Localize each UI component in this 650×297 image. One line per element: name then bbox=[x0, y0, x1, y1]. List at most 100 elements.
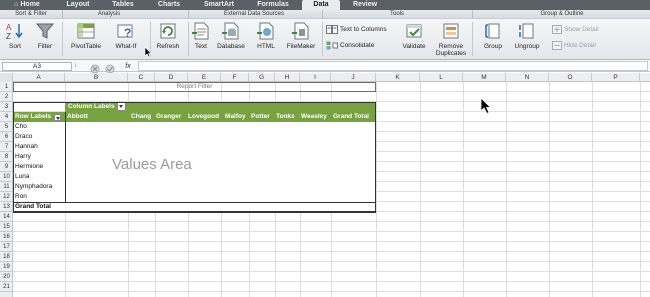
ungroup-label: Ungroup bbox=[514, 43, 540, 50]
name-box[interactable]: A3 bbox=[2, 62, 72, 71]
ribbon-group-titles: Sort & Filter Analysis External Data Sou… bbox=[0, 10, 650, 19]
hide-detail-button[interactable]: Hide Detail bbox=[552, 40, 596, 51]
column-header-a[interactable]: A bbox=[13, 73, 65, 82]
column-header-p[interactable]: P bbox=[592, 73, 640, 82]
column-labels-dropdown-icon[interactable] bbox=[116, 102, 126, 111]
filemaker-label: FileMaker bbox=[286, 43, 316, 50]
row-labels-label: Row Labels bbox=[15, 113, 52, 120]
show-detail-label: Show Detail bbox=[564, 26, 599, 33]
values-area[interactable]: Values Area bbox=[65, 122, 376, 202]
svg-text:A: A bbox=[6, 23, 12, 32]
pivottable-button[interactable]: PivotTable bbox=[66, 19, 106, 59]
row-item[interactable]: Cho bbox=[15, 122, 27, 132]
report-filter-area[interactable]: Report Filter bbox=[13, 82, 376, 92]
refresh-button[interactable]: Refresh bbox=[152, 19, 184, 59]
row-header[interactable]: 8 bbox=[0, 152, 13, 162]
row-header[interactable]: 13 bbox=[0, 202, 13, 212]
tab-charts[interactable]: Charts bbox=[150, 0, 188, 10]
home-icon: ⌂ bbox=[14, 1, 19, 8]
function-fx-icon[interactable]: fx bbox=[122, 62, 134, 71]
column-header-o[interactable]: O bbox=[549, 73, 592, 82]
column-header-g[interactable]: G bbox=[249, 73, 275, 82]
validate-button[interactable]: Validate bbox=[398, 19, 430, 59]
text-to-columns-icon bbox=[326, 24, 338, 34]
import-text-button[interactable]: Text bbox=[190, 19, 212, 59]
whatif-button[interactable]: ? What-If bbox=[108, 19, 144, 59]
row-header[interactable]: 5 bbox=[0, 122, 13, 132]
column-header-k[interactable]: K bbox=[376, 73, 420, 82]
column-header-f[interactable]: F bbox=[221, 73, 249, 82]
row-header[interactable]: 14 bbox=[0, 212, 13, 222]
row-item[interactable]: Hermione bbox=[15, 162, 43, 172]
group-title-group-outline: Group & Outline bbox=[540, 11, 584, 17]
row-item[interactable]: Harry bbox=[15, 152, 31, 162]
formula-input[interactable] bbox=[138, 61, 648, 71]
ungroup-button[interactable]: Ungroup bbox=[510, 19, 544, 59]
tab-data[interactable]: Data bbox=[302, 0, 340, 10]
show-detail-button[interactable]: Show Detail bbox=[552, 24, 599, 35]
column-item: Lovegood bbox=[188, 113, 220, 120]
funnel-icon bbox=[35, 23, 55, 39]
column-header-c[interactable]: C bbox=[128, 73, 155, 82]
column-header-l[interactable]: L bbox=[420, 73, 463, 82]
row-item[interactable]: Draco bbox=[15, 132, 32, 142]
row-header[interactable]: 18 bbox=[0, 252, 13, 262]
row-header[interactable]: 17 bbox=[0, 242, 13, 252]
row-header[interactable]: 1 bbox=[0, 82, 13, 92]
tab-layout[interactable]: Layout bbox=[58, 0, 98, 10]
row-header[interactable]: 11 bbox=[0, 182, 13, 192]
row-header[interactable]: 6 bbox=[0, 132, 13, 142]
row-header[interactable]: 12 bbox=[0, 192, 13, 202]
text-to-columns-button[interactable]: Text to Columns bbox=[326, 24, 387, 35]
tab-home[interactable]: ⌂ Home bbox=[4, 0, 50, 10]
sort-button[interactable]: A Z Sort bbox=[2, 19, 28, 59]
row-header[interactable]: 10 bbox=[0, 172, 13, 182]
ungroup-icon bbox=[519, 23, 534, 39]
row-item[interactable]: Luna bbox=[15, 172, 29, 182]
import-html-button[interactable]: HTML bbox=[252, 19, 280, 59]
row-item[interactable]: Hannah bbox=[15, 142, 38, 152]
row-header[interactable]: 3 bbox=[0, 102, 13, 112]
column-header-n[interactable]: N bbox=[506, 73, 549, 82]
row-header[interactable]: 9 bbox=[0, 162, 13, 172]
filemaker-icon bbox=[292, 22, 309, 40]
tab-tables[interactable]: Tables bbox=[104, 0, 142, 10]
select-all-corner[interactable] bbox=[0, 73, 13, 82]
tab-review[interactable]: Review bbox=[344, 0, 386, 10]
row-header[interactable]: 15 bbox=[0, 222, 13, 232]
column-header-h[interactable]: H bbox=[275, 73, 300, 82]
row-item[interactable]: Nymphadora bbox=[15, 182, 52, 192]
consolidate-button[interactable]: Consolidate bbox=[326, 40, 374, 51]
tab-home-label: Home bbox=[20, 1, 40, 8]
column-header-b[interactable]: B bbox=[65, 73, 128, 82]
row-header[interactable]: 19 bbox=[0, 262, 13, 272]
row-header[interactable]: 7 bbox=[0, 142, 13, 152]
import-database-button[interactable]: Database bbox=[214, 19, 248, 59]
column-header-m[interactable]: M bbox=[463, 73, 506, 82]
namebox-stepper-icon[interactable]: ↕ bbox=[74, 62, 77, 71]
group-button[interactable]: Group bbox=[478, 19, 508, 59]
column-header-j[interactable]: J bbox=[331, 73, 376, 82]
row-labels-dropdown-icon[interactable] bbox=[54, 113, 61, 121]
hide-detail-label: Hide Detail bbox=[564, 42, 596, 49]
remove-duplicates-icon bbox=[443, 23, 459, 39]
tab-formulas[interactable]: Formulas bbox=[250, 0, 296, 10]
text-file-icon bbox=[192, 22, 209, 40]
row-item[interactable]: Ron bbox=[15, 192, 27, 202]
row-header[interactable]: 16 bbox=[0, 232, 13, 242]
column-header-i[interactable]: I bbox=[300, 73, 331, 82]
row-headers: 1 2 3 4 5 6 7 8 9 10 11 12 13 14 15 16 1… bbox=[0, 82, 13, 297]
row-header[interactable]: 20 bbox=[0, 272, 13, 282]
column-header-e[interactable]: E bbox=[188, 73, 221, 82]
row-header[interactable]: 2 bbox=[0, 92, 13, 102]
column-labels-header[interactable]: Column Labels bbox=[65, 102, 376, 112]
filter-button[interactable]: Filter bbox=[30, 19, 60, 59]
remove-duplicates-button[interactable]: Remove Duplicates bbox=[432, 19, 470, 59]
import-filemaker-button[interactable]: FileMaker bbox=[282, 19, 320, 59]
row-header[interactable]: 21 bbox=[0, 282, 13, 292]
column-item: Granger bbox=[156, 113, 182, 120]
remove-duplicates-label-line2: Duplicates bbox=[435, 50, 467, 57]
row-header[interactable]: 4 bbox=[0, 112, 13, 122]
tab-smartart[interactable]: SmartArt bbox=[196, 0, 242, 10]
column-header-d[interactable]: D bbox=[155, 73, 188, 82]
